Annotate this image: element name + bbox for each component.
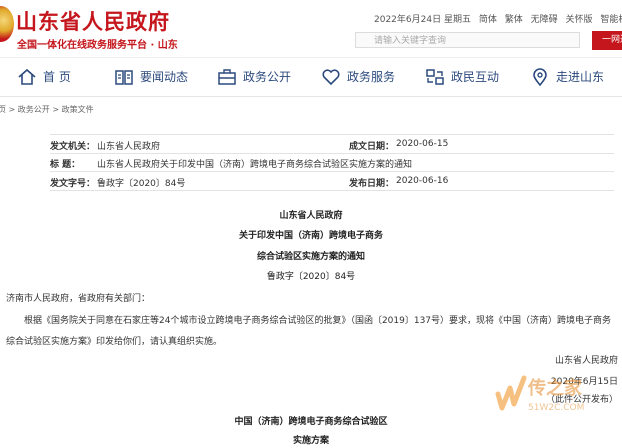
divider bbox=[50, 171, 614, 172]
doc-number: 鲁政字〔2020〕84号 bbox=[266, 272, 356, 282]
breadcrumb[interactable]: 页 > 政务公开 > 政策文件 bbox=[0, 104, 94, 115]
site-subtitle: 全国一体化在线政务服务平台 · 山东 bbox=[17, 40, 178, 51]
date-label: 成文日期： bbox=[349, 142, 395, 152]
docno-value: 鲁政字〔2020〕84号 bbox=[97, 179, 186, 189]
nav-label: 政务服务 bbox=[347, 70, 396, 84]
link-simplified[interactable]: 简体 bbox=[479, 15, 497, 25]
title-label: 标 题： bbox=[50, 160, 81, 170]
issuer-value: 山东省人民政府 bbox=[97, 142, 161, 152]
link-accessibility[interactable]: 无障碍 bbox=[531, 15, 558, 25]
nav-label: 首 页 bbox=[43, 70, 71, 84]
pub-date-value: 2020-06-16 bbox=[396, 176, 449, 186]
doc-title-line1: 关于印发中国（济南）跨境电子商务 bbox=[238, 231, 383, 241]
link-traditional[interactable]: 繁体 bbox=[505, 15, 523, 25]
watermark-text: 传之家 bbox=[527, 377, 583, 399]
nav-label: 走进山东 bbox=[556, 70, 605, 84]
location-icon bbox=[533, 68, 547, 87]
top-bar: 2022年6月24日 星期五 简体 繁体 无障碍 关怀版 智能机器人 bbox=[374, 12, 622, 25]
pub-date-label: 发布日期： bbox=[349, 179, 395, 189]
doc-paragraph: 根据《国务院关于同意在石家庄等24个城市设立跨境电子商务综合试验区的批复》（国函… bbox=[24, 316, 612, 326]
title-value: 山东省人民政府关于印发中国（济南）跨境电子商务综合试验区实施方案的通知 bbox=[97, 160, 413, 170]
search-button[interactable]: 一网通 bbox=[592, 31, 622, 50]
doc-title-line2: 综合试验区实施方案的通知 bbox=[256, 252, 365, 262]
book-icon bbox=[115, 70, 133, 85]
date-value: 2020-06-15 bbox=[396, 139, 449, 149]
current-date: 2022年6月24日 星期五 bbox=[374, 15, 471, 25]
nav-label: 要闻动态 bbox=[140, 70, 189, 84]
watermark-logo: 传之家 51W2C.COM bbox=[480, 364, 622, 444]
divider bbox=[50, 190, 614, 191]
link-care-mode[interactable]: 关怀版 bbox=[566, 15, 593, 25]
briefcase-icon bbox=[218, 69, 236, 85]
interaction-icon bbox=[426, 69, 444, 85]
divider bbox=[50, 134, 614, 135]
issuer-label: 发文机关： bbox=[50, 142, 96, 152]
search-input[interactable]: 请输入关键字查询 bbox=[355, 32, 580, 48]
national-emblem-icon bbox=[0, 6, 14, 42]
nav-label: 政民互动 bbox=[451, 70, 500, 84]
heart-icon bbox=[322, 69, 340, 86]
main-nav: 首 页 要闻动态 政务公开 政务服务 政民互动 走进山东 bbox=[0, 57, 622, 97]
doc-addressee: 济南市人民政府，省政府有关部门： bbox=[6, 294, 151, 304]
docno-label: 发文字号： bbox=[50, 179, 96, 189]
link-robot[interactable]: 智能机器人 bbox=[600, 15, 622, 25]
site-title[interactable]: 山东省人民政府 bbox=[16, 6, 170, 36]
watermark-domain: 51W2C.COM bbox=[528, 403, 584, 413]
home-icon bbox=[18, 68, 36, 85]
nav-label: 政务公开 bbox=[243, 70, 292, 84]
doc-paragraph: 综合试验区实施方案》印发给你们，请认真组织实施。 bbox=[6, 337, 223, 347]
watermark-logo-icon: 传之家 51W2C.COM bbox=[495, 375, 584, 413]
doc-org: 山东省人民政府 bbox=[279, 211, 343, 221]
site-header: 山东省人民政府 全国一体化在线政务服务平台 · 山东 2022年6月24日 星期… bbox=[0, 0, 622, 56]
divider bbox=[50, 153, 614, 154]
